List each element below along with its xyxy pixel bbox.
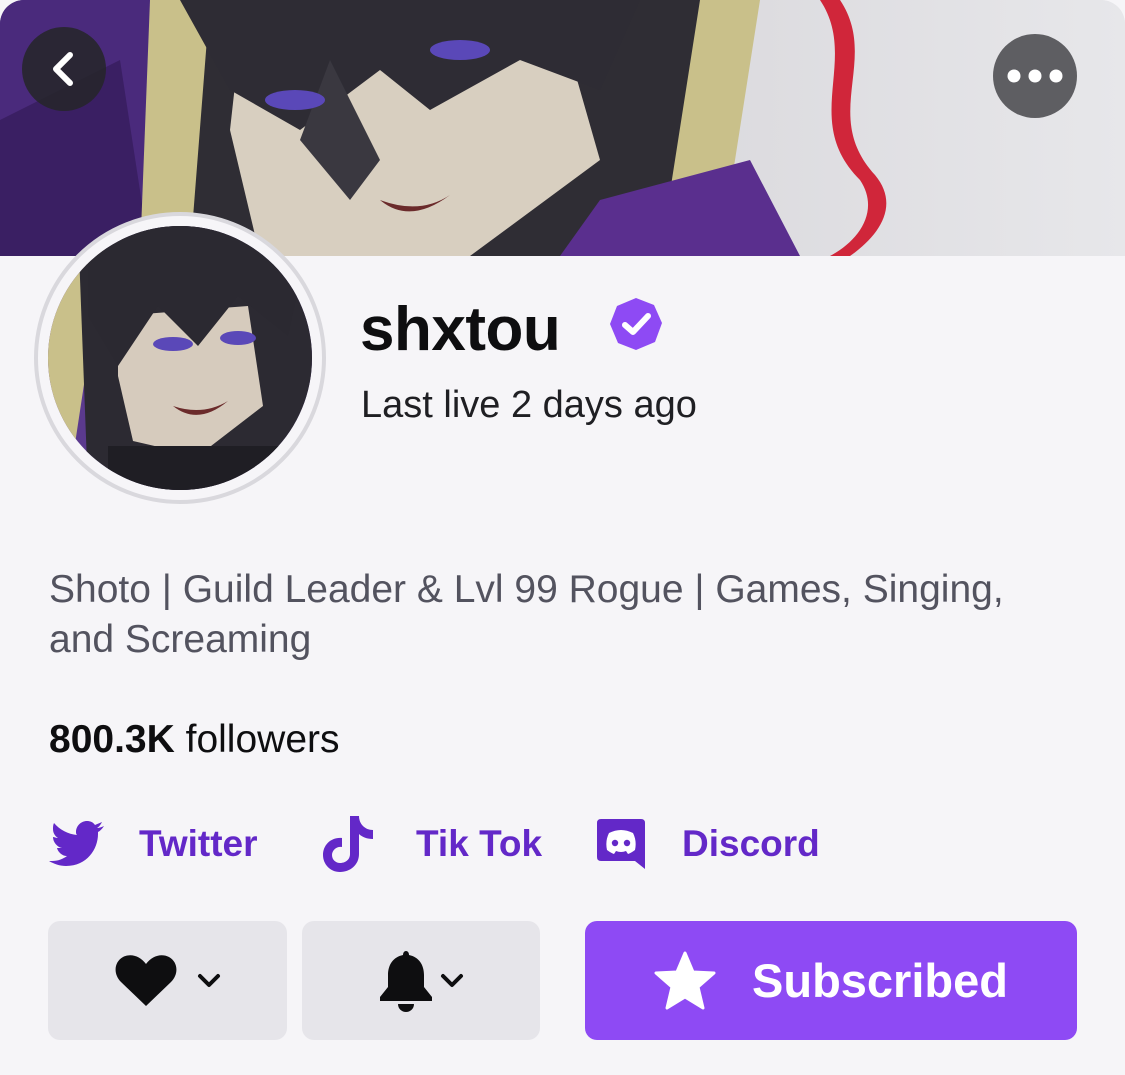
subscribed-label: Subscribed [752, 954, 1008, 1007]
avatar[interactable] [48, 226, 312, 490]
more-horizontal-icon [1007, 69, 1063, 83]
channel-profile-page: shxtou Last live 2 days ago Shoto | Guil… [0, 0, 1125, 1075]
followers-label: followers [185, 718, 340, 761]
last-live-status: Last live 2 days ago [361, 384, 697, 426]
star-icon [654, 951, 716, 1009]
social-link-twitter[interactable]: Twitter [49, 812, 258, 876]
bell-icon [380, 950, 432, 1012]
chevron-left-icon [53, 52, 73, 86]
avatar-artwork [48, 226, 312, 490]
twitter-icon [49, 821, 104, 866]
tiktok-icon [323, 816, 373, 872]
social-link-discord[interactable]: Discord [597, 812, 820, 876]
social-link-tiktok[interactable]: Tik Tok [320, 812, 542, 876]
chevron-down-icon [441, 973, 463, 987]
heart-icon [115, 954, 176, 1006]
chevron-down-icon [197, 973, 220, 987]
verified-badge-icon [608, 296, 664, 352]
subscribed-button[interactable]: Subscribed [585, 921, 1077, 1040]
social-link-label: Twitter [139, 823, 258, 864]
followers-number: 800.3K [49, 718, 175, 761]
channel-name: shxtou [360, 295, 561, 364]
followers-count: 800.3K followers [49, 714, 340, 766]
more-options-button[interactable] [993, 34, 1077, 118]
channel-bio: Shoto | Guild Leader & Lvl 99 Rogue | Ga… [49, 568, 1004, 661]
back-button[interactable] [22, 27, 106, 111]
discord-icon [597, 819, 645, 869]
follow-button[interactable] [48, 921, 287, 1040]
notifications-button[interactable] [302, 921, 540, 1040]
social-link-label: Tik Tok [416, 823, 543, 864]
social-link-label: Discord [682, 823, 820, 864]
